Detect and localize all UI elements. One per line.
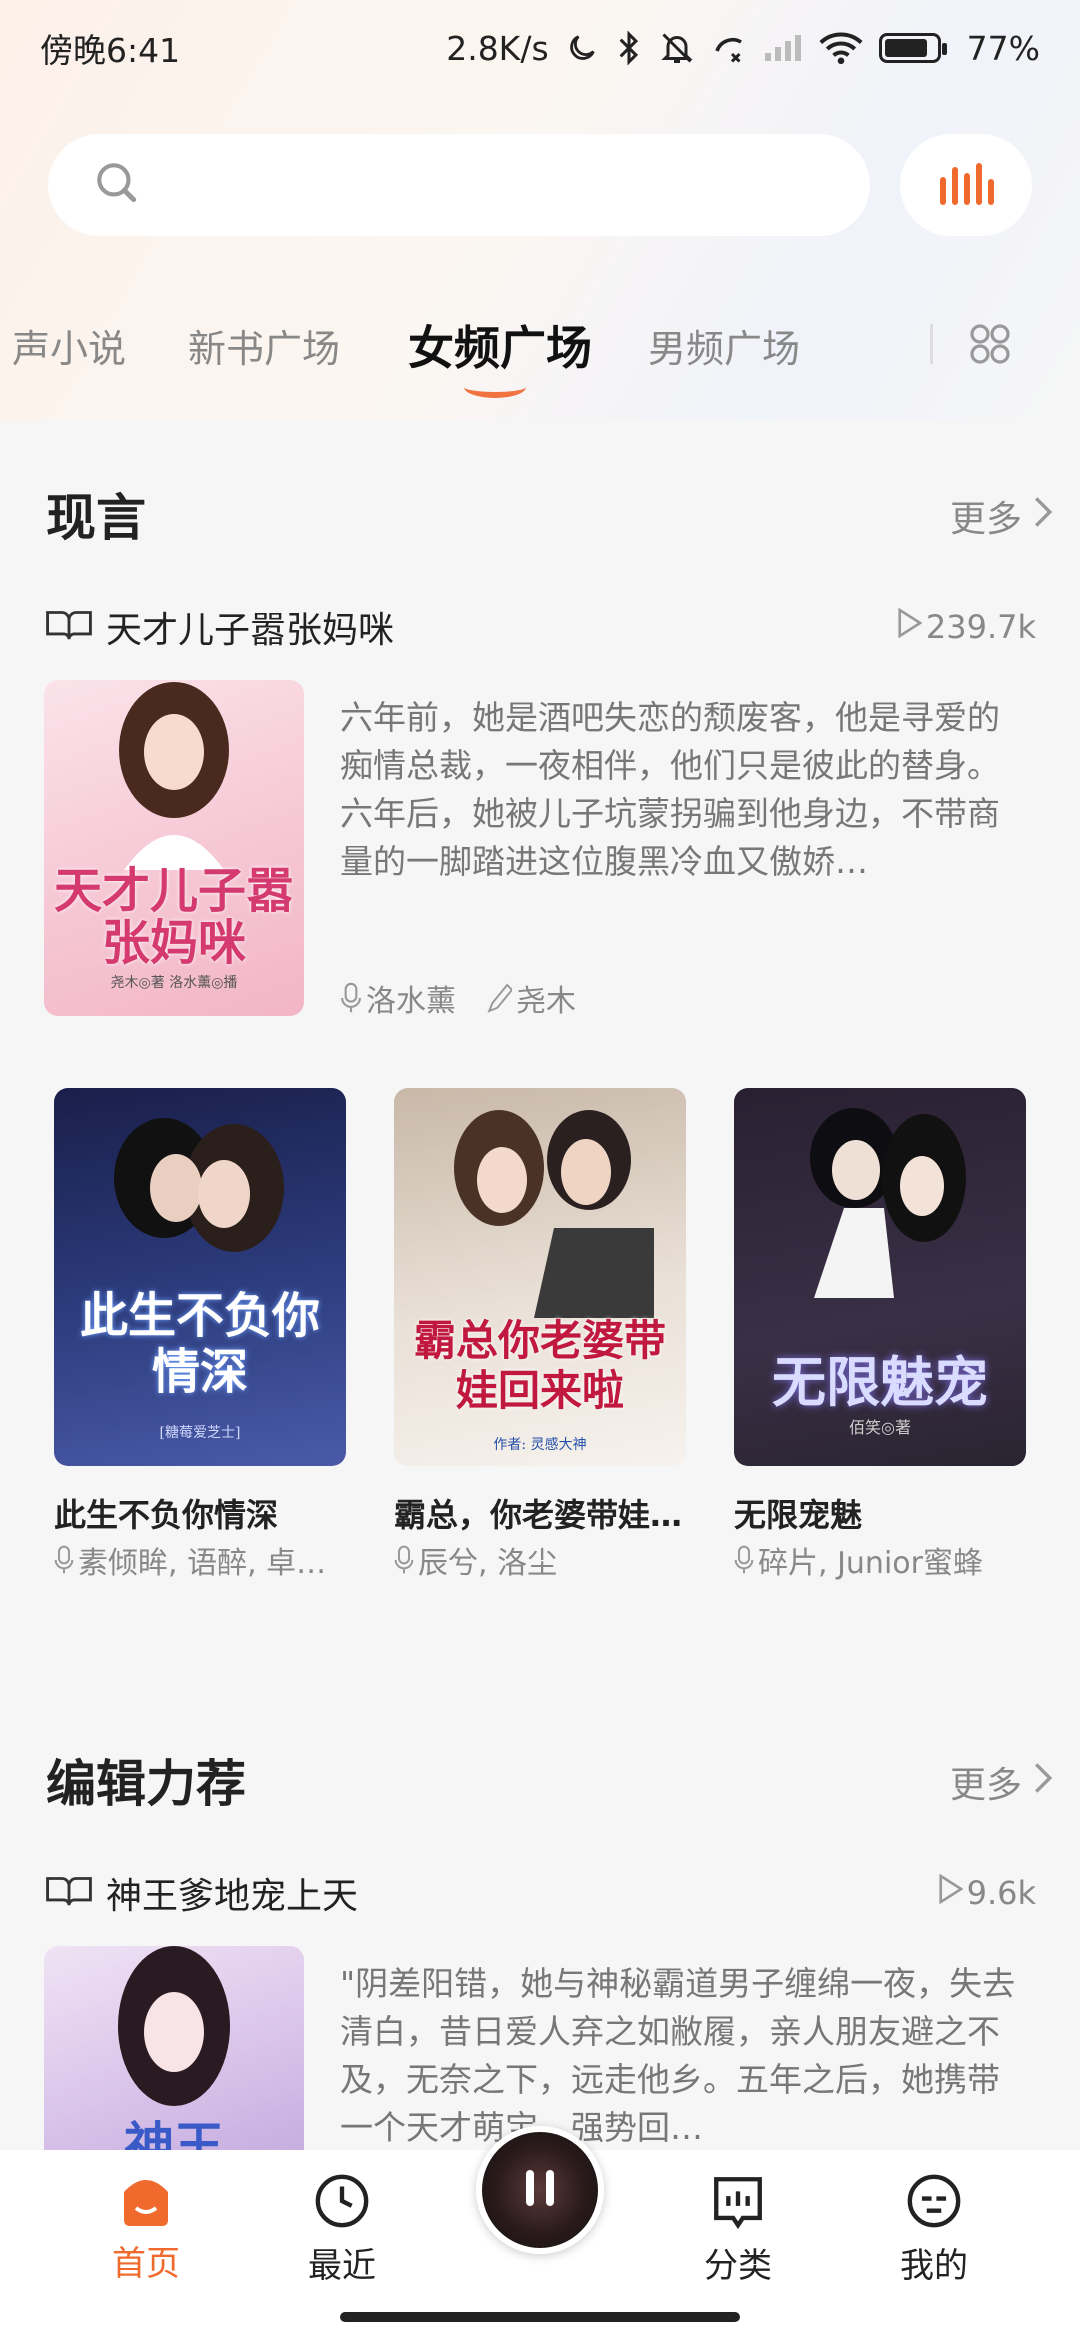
grid-cover-3-title: 无限魅宠 bbox=[772, 1350, 988, 1414]
grid-book-title-2[interactable]: 霸总，你老婆带娃… bbox=[394, 1490, 694, 1536]
featured-cover-title: 天才儿子嚣张妈咪 bbox=[53, 863, 294, 971]
wifi-icon bbox=[819, 31, 863, 65]
section-title-editor-picks: 编辑力荐 bbox=[46, 1755, 246, 1813]
status-icons: 2.8K/s 77% bbox=[446, 29, 1040, 68]
editor-book-header[interactable]: 神王爹地宠上天 9.6k bbox=[44, 1868, 1036, 1918]
pen-icon bbox=[487, 983, 512, 1013]
active-tab-indicator bbox=[464, 376, 526, 398]
grid-cover-2[interactable]: 霸总你老婆带娃回来啦 作者: 灵感大神 bbox=[394, 1088, 686, 1466]
editor-cover[interactable]: 神王 bbox=[44, 1946, 304, 2150]
grid-book-narrators-3: 碎片, Junior蜜蜂 bbox=[734, 1538, 1034, 1582]
bluetooth-icon bbox=[615, 30, 643, 66]
battery-percent: 77% bbox=[966, 28, 1040, 68]
grid-cover-1-title: 此生不负你情深 bbox=[79, 1288, 320, 1400]
grid-cover-3[interactable]: 无限魅宠 佰笑◎著 bbox=[734, 1088, 1026, 1466]
nav-category-label: 分类 bbox=[704, 2246, 772, 2286]
narrator: 洛水薰 bbox=[340, 976, 456, 1020]
editor-description: "阴差阳错，她与神秘霸道男子缠绵一夜，失去清白，昔日爱人弃之如敝履，亲人朋友避之… bbox=[340, 1964, 1016, 2147]
home-icon bbox=[116, 2172, 176, 2232]
call-icon bbox=[711, 30, 747, 66]
more-label: 更多 bbox=[949, 1765, 1022, 1806]
tab-male[interactable]: 男频广场 bbox=[648, 318, 800, 373]
tab-audio-novel[interactable]: 声小说 bbox=[12, 318, 126, 373]
play-count-value: 239.7k bbox=[925, 608, 1036, 646]
more-label: 更多 bbox=[949, 499, 1022, 540]
grid-book-narrator-text-3: 碎片, Junior蜜蜂 bbox=[758, 1546, 983, 1581]
microphone-icon bbox=[54, 1545, 74, 1574]
featured-meta: 洛水薰 尧木 bbox=[340, 976, 576, 1020]
grid-cover-1-small: [糖莓爱芝士] bbox=[159, 1425, 241, 1441]
pause-icon bbox=[520, 2166, 560, 2214]
category-icon bbox=[709, 2172, 767, 2234]
battery-icon bbox=[878, 33, 947, 63]
play-count: 239.7k bbox=[896, 607, 1036, 646]
clock-icon bbox=[313, 2172, 371, 2234]
grid-book-narrator-text-1: 素倾眸, 语醉, 卓… bbox=[78, 1546, 327, 1581]
chevron-right-icon bbox=[1032, 1761, 1054, 1804]
bell-muted-icon bbox=[659, 30, 695, 66]
microphone-icon bbox=[734, 1545, 754, 1574]
search-bar[interactable] bbox=[48, 134, 870, 236]
category-tabs: 声小说 新书广场 女频广场 男频广场 bbox=[0, 300, 1080, 410]
nav-profile[interactable]: 我的 bbox=[874, 2172, 994, 2287]
section2-more-link[interactable]: 更多 bbox=[950, 1756, 1054, 1808]
author: 尧木 bbox=[486, 976, 576, 1020]
play-count-value: 9.6k bbox=[966, 1874, 1036, 1912]
now-playing-button[interactable] bbox=[476, 2126, 604, 2254]
play-icon bbox=[937, 1873, 964, 1912]
grid-cover-1[interactable]: 此生不负你情深 [糖莓爱芝士] bbox=[54, 1088, 346, 1466]
nav-home[interactable]: 首页 bbox=[86, 2172, 206, 2285]
author-name: 尧木 bbox=[516, 984, 576, 1019]
featured-cover[interactable]: 天才儿子嚣张妈咪 尧木◎著 洛水薰◎播 bbox=[44, 680, 304, 1016]
play-icon bbox=[896, 607, 923, 646]
tab-divider bbox=[930, 324, 933, 364]
section1-more-link[interactable]: 更多 bbox=[950, 490, 1054, 542]
featured-book-title: 天才儿子嚣张妈咪 bbox=[106, 610, 395, 651]
cellular-signal-icon bbox=[763, 33, 803, 63]
tab-new-books[interactable]: 新书广场 bbox=[188, 318, 340, 373]
nav-home-label: 首页 bbox=[112, 2244, 180, 2284]
editor-cover-title: 神王 bbox=[124, 2116, 224, 2150]
grid-cover-2-title: 霸总你老婆带娃回来啦 bbox=[413, 1316, 666, 1415]
editor-book-title: 神王爹地宠上天 bbox=[106, 1876, 359, 1917]
narrator-name: 洛水薰 bbox=[366, 984, 456, 1019]
home-indicator[interactable] bbox=[340, 2312, 740, 2322]
nav-category[interactable]: 分类 bbox=[678, 2172, 798, 2287]
grid-menu-icon[interactable] bbox=[966, 320, 1014, 372]
section-title-xianyan: 现言 bbox=[46, 489, 146, 547]
book-icon bbox=[44, 607, 94, 647]
status-time: 傍晚6:41 bbox=[40, 31, 181, 70]
featured-book-header[interactable]: 天才儿子嚣张妈咪 239.7k bbox=[44, 602, 1036, 652]
nav-profile-label: 我的 bbox=[900, 2246, 968, 2286]
featured-description: 六年前，她是酒吧失恋的颓废客，他是寻爱的痴情总裁，一夜相伴，他们只是彼此的替身。… bbox=[340, 698, 1000, 881]
tab-female[interactable]: 女频广场 bbox=[408, 312, 592, 378]
microphone-icon bbox=[341, 982, 361, 1013]
moon-icon bbox=[565, 31, 599, 65]
nav-recent-label: 最近 bbox=[308, 2246, 376, 2286]
search-icon bbox=[92, 158, 142, 212]
grid-cover-3-small: 佰笑◎著 bbox=[849, 1418, 911, 1437]
featured-cover-credit: 尧木◎著 洛水薰◎播 bbox=[110, 975, 238, 991]
grid-book-narrator-text-2: 辰兮, 洛尘 bbox=[418, 1546, 558, 1581]
grid-cover-2-small: 作者: 灵感大神 bbox=[493, 1437, 587, 1453]
grid-book-narrators-2: 辰兮, 洛尘 bbox=[394, 1538, 694, 1582]
microphone-icon bbox=[394, 1545, 414, 1574]
audio-bars-icon bbox=[938, 159, 994, 211]
search-row bbox=[48, 134, 1032, 236]
cover-figure bbox=[119, 682, 229, 870]
grid-book-narrators-1: 素倾眸, 语醉, 卓… bbox=[54, 1538, 354, 1582]
play-count: 9.6k bbox=[937, 1873, 1036, 1912]
voice-button[interactable] bbox=[900, 134, 1032, 236]
profile-icon bbox=[905, 2172, 963, 2234]
network-speed: 2.8K/s bbox=[446, 28, 549, 68]
chevron-right-icon bbox=[1032, 495, 1054, 538]
grid-book-title-1[interactable]: 此生不负你情深 bbox=[54, 1490, 354, 1536]
search-input[interactable] bbox=[162, 165, 762, 205]
book-icon bbox=[44, 1873, 94, 1913]
status-bar: 傍晚6:41 2.8K/s 77% bbox=[0, 0, 1080, 96]
grid-book-title-3[interactable]: 无限宠魅 bbox=[734, 1490, 1034, 1536]
nav-recent[interactable]: 最近 bbox=[282, 2172, 402, 2287]
